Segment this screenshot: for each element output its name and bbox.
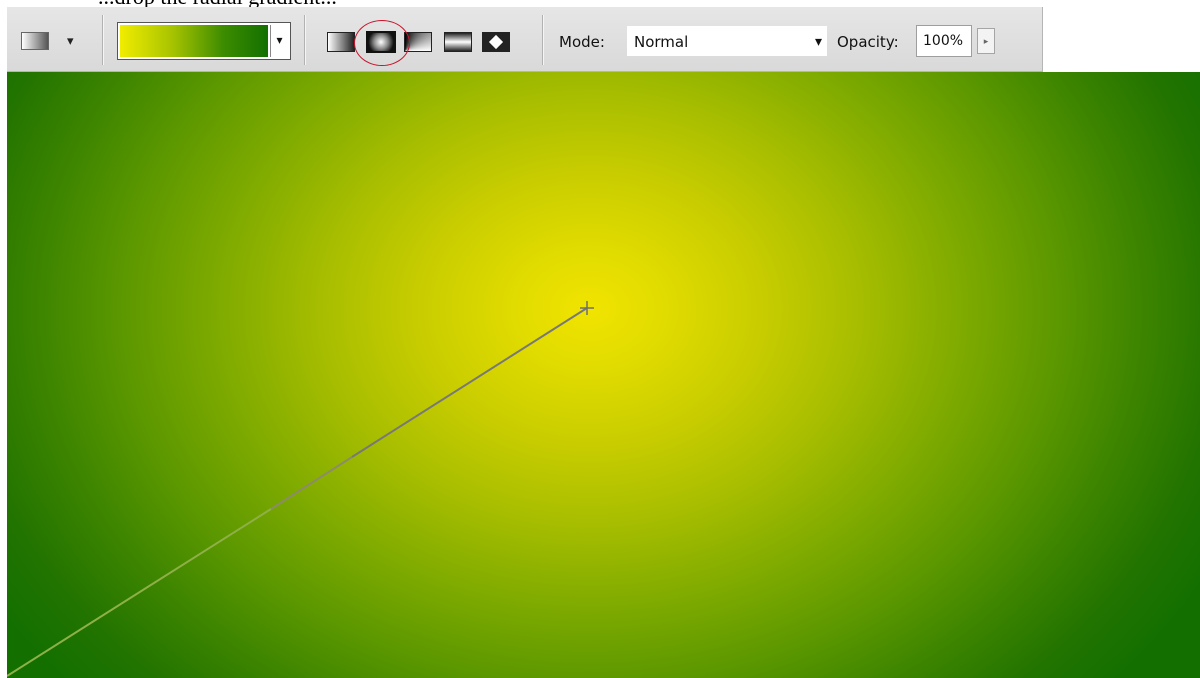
gradient-picker-dropdown-icon[interactable]: ▾ [270,25,288,57]
toolbar-divider [102,15,103,65]
chevron-down-icon: ▾ [67,33,74,48]
gradient-options-bar: ▾ ▾ Mode: Normal ▾ Opacity: 100% ▸ [7,7,1043,72]
opacity-value: 100% [923,33,964,49]
document-canvas[interactable] [7,72,1200,678]
radial-gradient-icon[interactable] [366,31,396,53]
gradient-tool-icon [21,32,49,50]
reflected-gradient-icon[interactable] [444,32,472,52]
diamond-gradient-icon[interactable] [482,32,510,52]
gradient-line-segment-lower [7,508,272,677]
tool-preset-picker[interactable]: ▾ [21,30,81,52]
opacity-input[interactable]: 100% [916,25,972,57]
gradient-preview-bar[interactable] [120,25,268,57]
angle-gradient-icon[interactable] [404,32,432,52]
gradient-line-segment-upper [351,307,588,458]
gradient-editor-swatch[interactable]: ▾ [117,22,291,60]
linear-gradient-icon[interactable] [327,32,355,52]
opacity-label: Opacity: [837,33,899,51]
app-root: ...drop the radial gradient... ▾ ▾ [0,0,1200,678]
blend-mode-select[interactable]: Normal ▾ [627,26,827,56]
mode-label: Mode: [559,33,605,51]
crosshair-cursor-icon [580,301,594,315]
blend-mode-value: Normal [634,33,689,51]
toolbar-divider [304,15,305,65]
toolbar-divider [542,15,543,65]
opacity-slider-arrow-icon[interactable]: ▸ [977,28,995,54]
gradient-line-segment-middle [270,456,353,510]
chevron-down-icon[interactable]: ▾ [815,33,822,50]
gradient-drag-line [7,301,594,677]
